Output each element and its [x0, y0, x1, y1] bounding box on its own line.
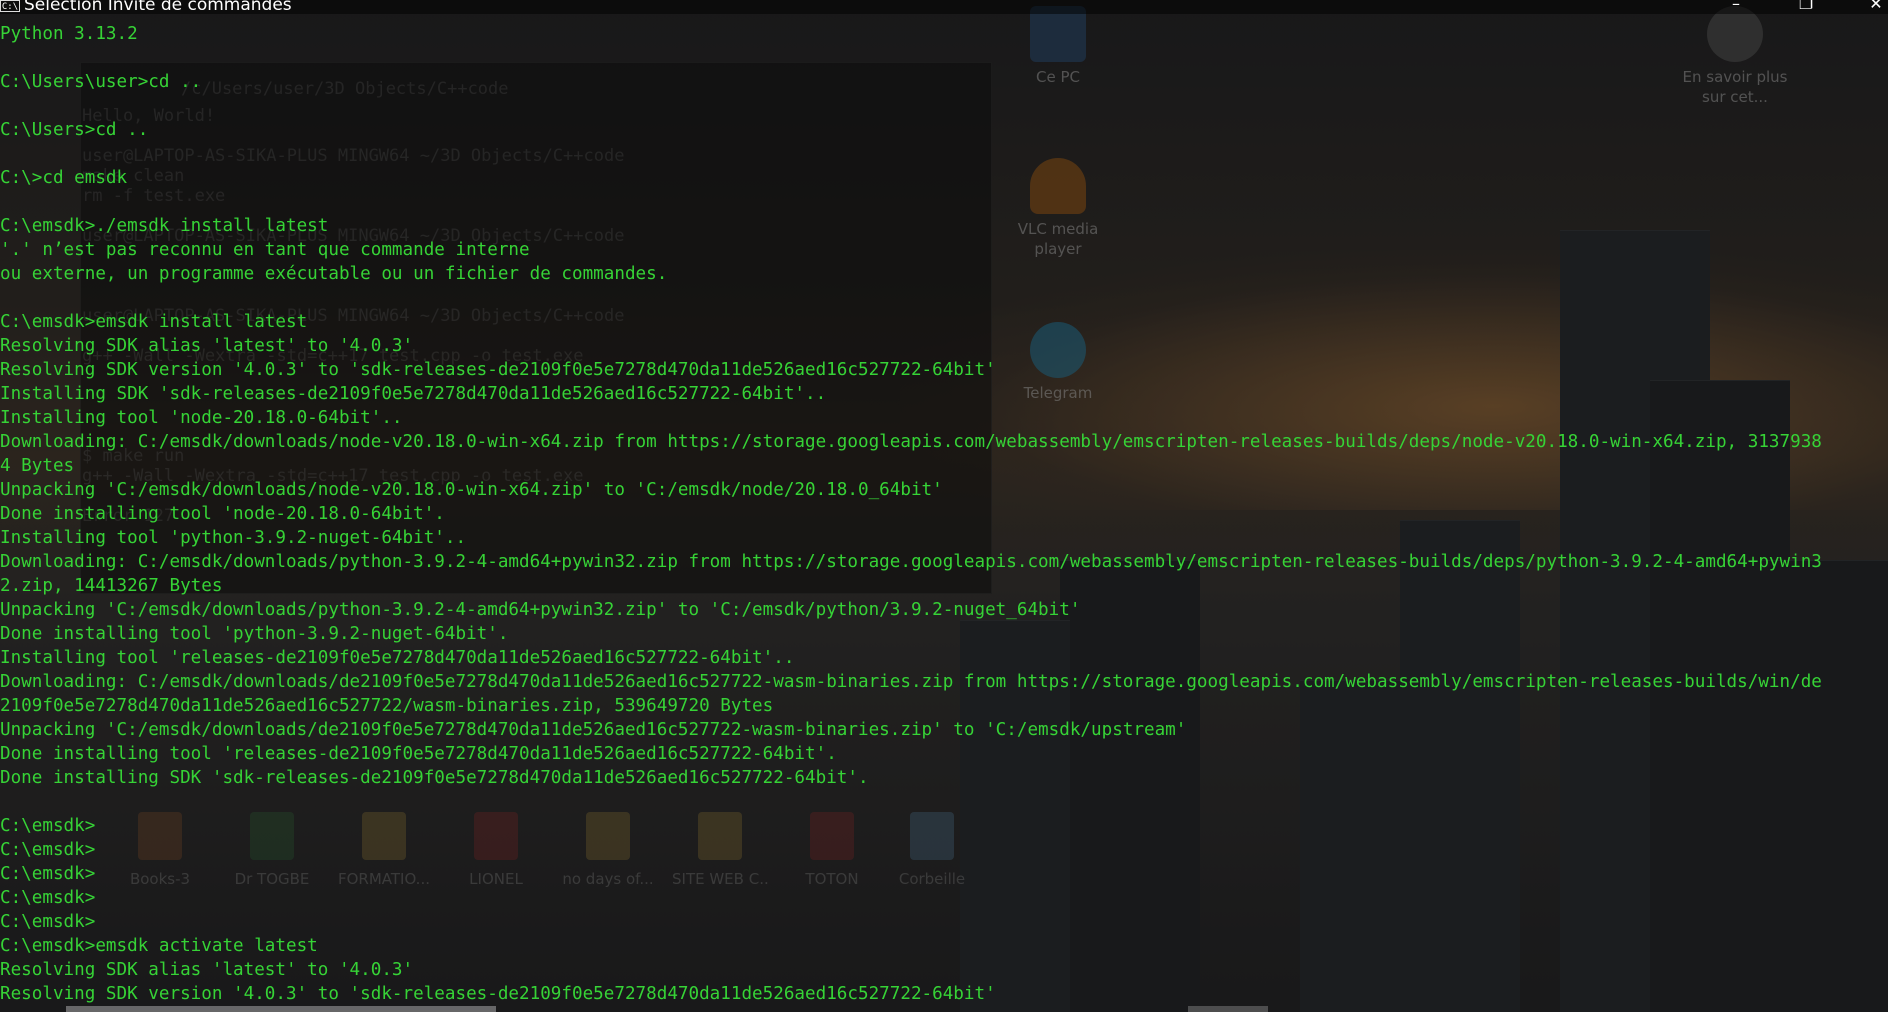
terminal-line: 4 Bytes [0, 456, 75, 476]
terminal-line: '.' n’est pas reconnu en tant que comman… [0, 240, 530, 260]
minimize-button[interactable]: – [1716, 0, 1756, 14]
cmd-icon: C:\ [0, 0, 20, 12]
terminal-line: Downloading: C:/emsdk/downloads/de2109f0… [0, 672, 1822, 692]
terminal-line: Unpacking 'C:/emsdk/downloads/de2109f0e5… [0, 720, 1187, 740]
terminal-line: C:\emsdk>emsdk activate latest [0, 936, 318, 956]
terminal-line: C:\emsdk> [0, 912, 96, 932]
title-bar[interactable]: C:\ Sélection Invite de commandes – ❐ ✕ [0, 0, 1888, 15]
terminal-line: Unpacking 'C:/emsdk/downloads/node-v20.1… [0, 480, 943, 500]
terminal-line: Installing tool 'python-3.9.2-nuget-64bi… [0, 528, 467, 548]
terminal-line: Installing SDK 'sdk-releases-de2109f0e5e… [0, 384, 827, 404]
horizontal-scrollbar-thumb[interactable] [66, 1006, 496, 1012]
terminal-line: Done installing SDK 'sdk-releases-de2109… [0, 768, 869, 788]
terminal-output[interactable]: Python 3.13.2 C:\Users\user>cd .. C:\Users… [0, 22, 1888, 1006]
terminal-line: Done installing tool 'python-3.9.2-nuget… [0, 624, 509, 644]
terminal-line: Installing tool 'releases-de2109f0e5e727… [0, 648, 795, 668]
terminal-line: Done installing tool 'releases-de2109f0e… [0, 744, 837, 764]
maximize-button[interactable]: ❐ [1786, 0, 1826, 14]
terminal-line: Resolving SDK version '4.0.3' to 'sdk-re… [0, 360, 996, 380]
terminal-line: Downloading: C:/emsdk/downloads/python-3… [0, 552, 1822, 572]
terminal-line: C:\emsdk>emsdk install latest [0, 312, 308, 332]
terminal-line: 2.zip, 14413267 Bytes [0, 576, 223, 596]
terminal-line: Downloading: C:/emsdk/downloads/node-v20… [0, 432, 1822, 452]
terminal-line: Resolving SDK version '4.0.3' to 'sdk-re… [0, 984, 996, 1004]
terminal-line: C:\emsdk> [0, 816, 96, 836]
terminal-line: Resolving SDK alias 'latest' to '4.0.3' [0, 960, 414, 980]
terminal-line: C:\emsdk>./emsdk install latest [0, 216, 329, 236]
terminal-line: C:\Users>cd .. [0, 120, 149, 140]
window-title: Sélection Invite de commandes [24, 0, 292, 15]
horizontal-scrollbar-track [1188, 1006, 1268, 1012]
terminal-line: C:\emsdk> [0, 840, 96, 860]
terminal-line: Resolving SDK alias 'latest' to '4.0.3' [0, 336, 414, 356]
terminal-line: Installing tool 'node-20.18.0-64bit'.. [0, 408, 403, 428]
command-prompt-window[interactable]: C:\ Sélection Invite de commandes – ❐ ✕ … [0, 0, 1888, 1012]
terminal-line: Python 3.13.2 [0, 24, 138, 44]
terminal-line: 2109f0e5e7278d470da11de526aed16c527722/w… [0, 696, 774, 716]
terminal-line: Unpacking 'C:/emsdk/downloads/python-3.9… [0, 600, 1081, 620]
terminal-line: ou externe, un programme exécutable ou u… [0, 264, 668, 284]
terminal-line: C:\emsdk> [0, 888, 96, 908]
terminal-line: C:\emsdk> [0, 864, 96, 884]
terminal-line: C:\>cd emsdk [0, 168, 128, 188]
close-button[interactable]: ✕ [1856, 0, 1888, 14]
terminal-line: Done installing tool 'node-20.18.0-64bit… [0, 504, 445, 524]
terminal-line: C:\Users\user>cd .. [0, 72, 202, 92]
